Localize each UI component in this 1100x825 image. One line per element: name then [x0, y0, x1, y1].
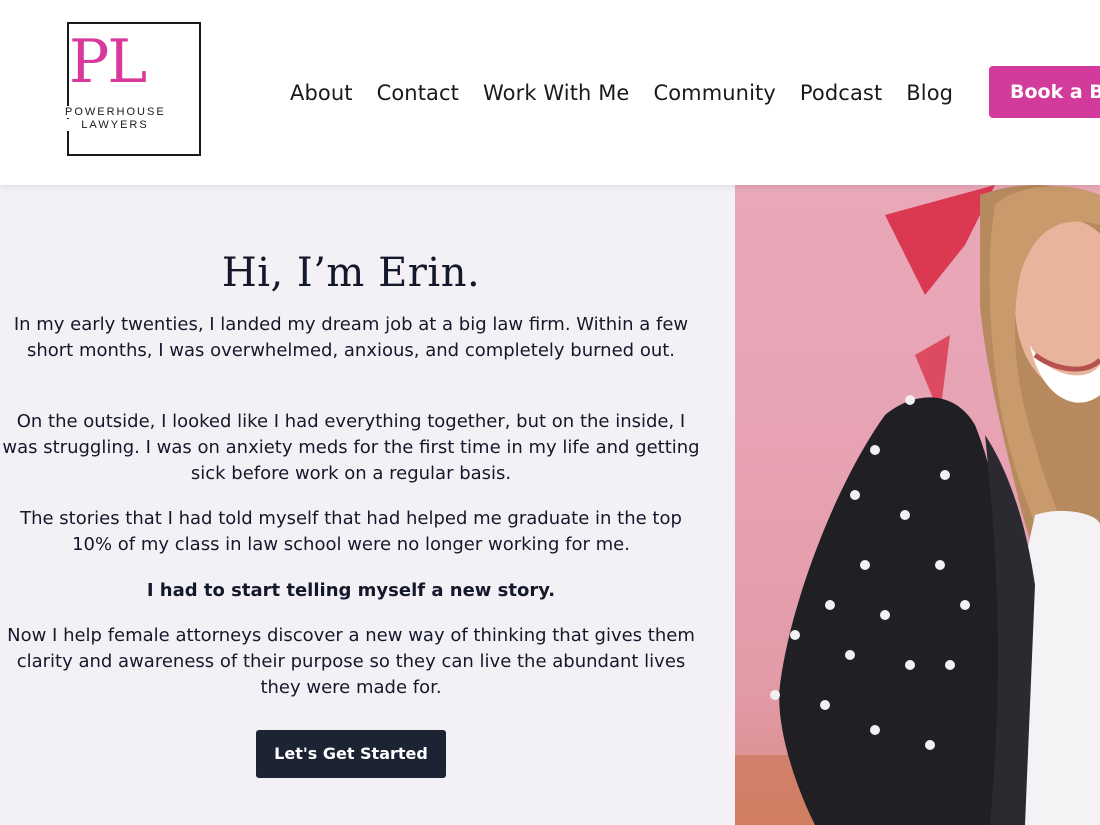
nav-contact[interactable]: Contact	[377, 81, 459, 105]
portrait-illustration	[735, 185, 1100, 825]
book-button[interactable]: Book a Br	[989, 66, 1100, 118]
logo-line-2: LAWYERS	[65, 119, 165, 131]
main-nav: About Contact Work With Me Community Pod…	[290, 78, 953, 108]
intro-paragraph-5: Now I help female attorneys discover a n…	[7, 625, 695, 698]
nav-work-with-me[interactable]: Work With Me	[483, 81, 629, 105]
nav-blog[interactable]: Blog	[906, 81, 953, 105]
logo[interactable]: PL POWERHOUSE LAWYERS	[65, 22, 201, 156]
nav-about[interactable]: About	[290, 81, 353, 105]
intro-paragraph-2: On the outside, I looked like I had ever…	[2, 411, 700, 484]
logo-letters: PL	[69, 27, 147, 97]
intro-paragraph-1: In my early twenties, I landed my dream …	[13, 314, 689, 361]
nav-podcast[interactable]: Podcast	[800, 81, 882, 105]
nav-community[interactable]: Community	[653, 81, 775, 105]
get-started-button[interactable]: Let's Get Started	[256, 730, 446, 778]
erin-photo	[735, 185, 1100, 825]
site-header: PL POWERHOUSE LAWYERS About Contact Work…	[0, 0, 1100, 185]
hero-title: Hi, I’m Erin.	[221, 250, 481, 296]
intro-paragraph-3: The stories that I had told myself that …	[20, 508, 682, 555]
intro-paragraph-bold: I had to start telling myself a new stor…	[146, 580, 556, 601]
logo-line-1: POWERHOUSE	[65, 106, 166, 118]
